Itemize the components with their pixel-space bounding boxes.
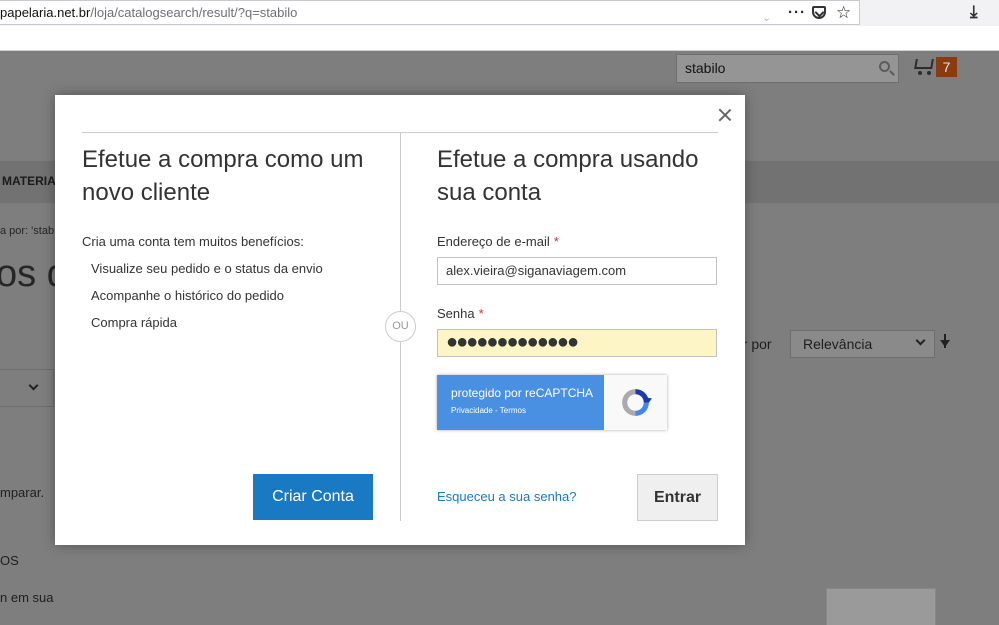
- download-icon[interactable]: ⤓: [970, 2, 978, 22]
- info-text: n em sua: [0, 590, 54, 605]
- filter-select[interactable]: [0, 369, 54, 407]
- chevron-down-icon: [915, 335, 926, 346]
- password-field[interactable]: ●●●●●●●●●●●●●: [437, 329, 717, 357]
- bookmark-star-icon[interactable]: ☆: [836, 1, 851, 24]
- nav-item-materials[interactable]: MATERIA: [2, 174, 56, 188]
- close-icon[interactable]: [716, 106, 734, 124]
- login-title: Efetue a compra usando sua conta: [437, 146, 699, 206]
- cart-count-badge[interactable]: 7: [936, 57, 957, 77]
- email-label: Endereço de e-mail *: [437, 234, 559, 249]
- required-mark: *: [553, 234, 559, 249]
- benefit-item: Visualize seu pedido e o status da envio: [91, 261, 323, 276]
- search-icon[interactable]: [879, 61, 890, 72]
- login-modal: OU Efetue a compra como um novo cliente …: [55, 95, 745, 545]
- new-customer-title: Efetue a compra como um novo cliente: [82, 146, 364, 206]
- page-search-input[interactable]: stabilo: [676, 54, 899, 83]
- login-button[interactable]: Entrar: [637, 474, 718, 521]
- url-dropdown-icon[interactable]: ⌄: [762, 7, 771, 30]
- benefit-item: Acompanhe o histórico do pedido: [91, 288, 284, 303]
- email-label-text: Endereço de e-mail: [437, 234, 550, 249]
- recaptcha-links[interactable]: Privacidade - Termos: [451, 406, 526, 415]
- url-path: /loja/catalogsearch/result/?q=stabilo: [90, 5, 298, 20]
- page-actions-icon[interactable]: ···: [788, 1, 806, 24]
- browser-toolbar: papelaria.net.br/loja/catalogsearch/resu…: [0, 0, 999, 26]
- section-text: OS: [0, 553, 19, 568]
- create-account-button[interactable]: Criar Conta: [253, 474, 373, 520]
- cart-icon[interactable]: [912, 57, 934, 75]
- password-label: Senha *: [437, 306, 484, 321]
- pocket-icon[interactable]: [812, 6, 826, 19]
- password-label-text: Senha: [437, 306, 475, 321]
- url-host: papelaria.net.br: [0, 5, 91, 20]
- sort-direction-icon[interactable]: [940, 334, 950, 348]
- recaptcha-panel: protegido por reCAPTCHA Privacidade - Te…: [437, 375, 604, 430]
- recaptcha-badge[interactable]: protegido por reCAPTCHA Privacidade - Te…: [437, 375, 667, 430]
- benefit-item: Compra rápida: [91, 315, 177, 330]
- page-search-value: stabilo: [685, 60, 726, 76]
- address-bar[interactable]: papelaria.net.br/loja/catalogsearch/resu…: [0, 0, 860, 25]
- forgot-password-link[interactable]: Esqueceu a sua senha?: [437, 489, 577, 504]
- compare-text: mparar.: [0, 485, 45, 500]
- search-breadcrumb: a por: 'stab: [0, 225, 55, 237]
- benefits-intro: Cria uma conta tem muitos benefícios:: [82, 234, 304, 249]
- sort-select[interactable]: Relevância: [790, 330, 935, 358]
- chevron-down-icon: [28, 380, 39, 391]
- recaptcha-logo-icon: [622, 389, 652, 416]
- email-field[interactable]: alex.vieira@siganaviagem.com: [437, 257, 717, 285]
- sort-select-value: Relevância: [803, 336, 873, 352]
- or-separator: OU: [385, 311, 416, 342]
- required-mark: *: [478, 306, 484, 321]
- product-thumbnail[interactable]: [826, 588, 936, 625]
- recaptcha-title: protegido por reCAPTCHA: [451, 386, 594, 400]
